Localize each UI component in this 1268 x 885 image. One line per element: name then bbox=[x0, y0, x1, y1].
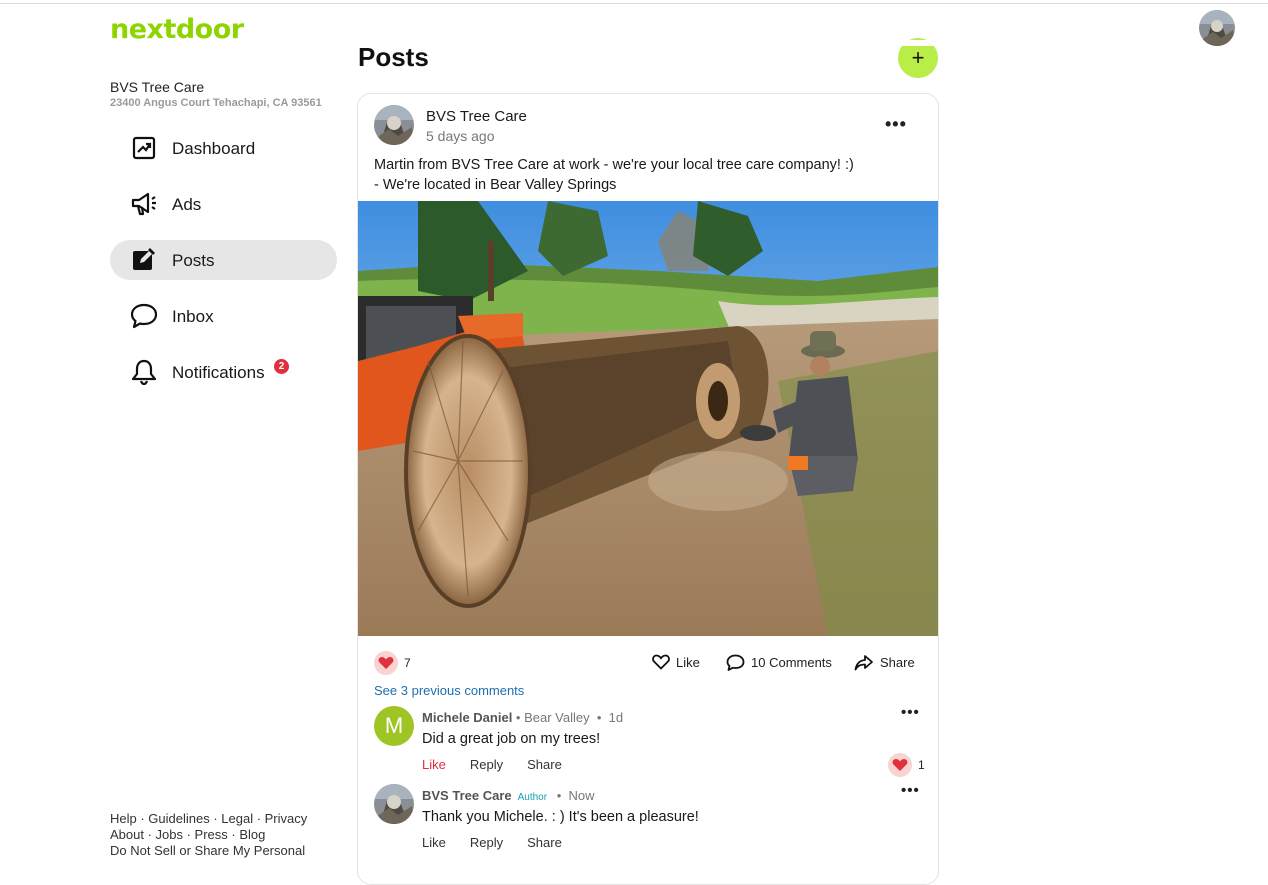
notification-count-badge: 2 bbox=[274, 359, 289, 374]
nav-item-dashboard[interactable]: Dashboard bbox=[110, 128, 337, 168]
user-avatar[interactable] bbox=[1199, 10, 1235, 46]
comment-text: Did a great job on my trees! bbox=[422, 731, 601, 747]
nav-label-notifications: Notifications bbox=[172, 363, 265, 382]
nav-label-posts: Posts bbox=[172, 251, 215, 270]
comments-label: 10 Comments bbox=[751, 655, 832, 670]
post-author-avatar[interactable] bbox=[374, 105, 414, 145]
nav-item-posts[interactable]: Posts bbox=[110, 240, 337, 280]
chat-bubble-icon bbox=[130, 303, 158, 329]
reaction-summary[interactable]: 7 bbox=[374, 651, 411, 675]
top-border bbox=[0, 0, 1268, 4]
comment-author[interactable]: Michele Daniel bbox=[422, 710, 512, 725]
chart-up-icon bbox=[130, 135, 158, 161]
comment-meta: BVS Tree Care Author • Now bbox=[422, 788, 595, 803]
page-title: Posts bbox=[358, 42, 429, 72]
like-label: Like bbox=[676, 654, 700, 670]
comment-time: Now bbox=[568, 788, 595, 803]
comment-share-button[interactable]: Share bbox=[527, 757, 562, 772]
post-body: Martin from BVS Tree Care at work - we'r… bbox=[374, 155, 854, 195]
comment-reaction-count: 1 bbox=[918, 758, 925, 772]
footer-line-1[interactable]: Help · Guidelines · Legal · Privacy bbox=[110, 811, 307, 827]
nav-item-notifications[interactable]: Notifications 2 bbox=[110, 352, 337, 392]
comment-neighborhood[interactable]: Bear Valley bbox=[524, 710, 590, 725]
post-text-line-1: Martin from BVS Tree Care at work - we'r… bbox=[374, 157, 854, 173]
megaphone-icon bbox=[130, 191, 158, 217]
sidebar-nav: Dashboard Ads Posts Inbox Notifications … bbox=[110, 128, 337, 408]
share-icon bbox=[854, 655, 873, 671]
commenter-avatar[interactable] bbox=[374, 784, 414, 824]
nav-label-inbox: Inbox bbox=[172, 307, 214, 326]
reaction-count: 7 bbox=[404, 656, 411, 670]
comment-reply-button[interactable]: Reply bbox=[470, 757, 503, 772]
comment-reply-button[interactable]: Reply bbox=[470, 835, 503, 850]
nav-item-inbox[interactable]: Inbox bbox=[110, 296, 337, 336]
post-author-name[interactable]: BVS Tree Care bbox=[426, 108, 527, 125]
heart-outline-icon bbox=[652, 654, 670, 670]
bell-icon bbox=[130, 359, 158, 385]
comment-icon bbox=[726, 654, 745, 671]
comment-actions: Like Reply Share bbox=[422, 835, 586, 850]
edit-icon bbox=[130, 247, 158, 273]
comment-reaction[interactable]: 1 bbox=[888, 753, 925, 777]
comment-time: 1d bbox=[608, 710, 624, 725]
footer-links: Help · Guidelines · Legal · Privacy Abou… bbox=[110, 811, 307, 859]
comment-text: Thank you Michele. : ) It's been a pleas… bbox=[422, 809, 699, 825]
comment-meta: Michele Daniel • Bear Valley • 1d bbox=[422, 710, 624, 725]
comment-more-options-icon[interactable]: ••• bbox=[901, 782, 920, 799]
footer-line-2[interactable]: About · Jobs · Press · Blog bbox=[110, 827, 307, 843]
nav-label-ads: Ads bbox=[172, 195, 202, 214]
footer-line-3[interactable]: Do Not Sell or Share My Personal bbox=[110, 843, 307, 859]
post-text-line-2: - We're located in Bear Valley Springs bbox=[374, 177, 617, 193]
nav-label-dashboard: Dashboard bbox=[172, 139, 256, 158]
heart-reaction-icon bbox=[888, 753, 912, 777]
heart-reaction-icon bbox=[374, 651, 398, 675]
comment-like-button[interactable]: Like bbox=[422, 835, 446, 850]
like-button[interactable]: Like bbox=[652, 654, 700, 670]
share-button[interactable]: Share bbox=[854, 654, 915, 671]
comment-actions: Like Reply Share bbox=[422, 757, 586, 772]
scroll-clip bbox=[340, 40, 960, 46]
comment-like-button[interactable]: Like bbox=[422, 757, 446, 772]
post-more-options-icon[interactable]: ••• bbox=[885, 114, 907, 135]
share-label: Share bbox=[880, 655, 915, 670]
post-card: BVS Tree Care 5 days ago ••• Martin from… bbox=[357, 93, 939, 885]
comments-button[interactable]: 10 Comments bbox=[726, 654, 832, 671]
nextdoor-logo[interactable]: nextdoor bbox=[110, 14, 244, 45]
author-badge: Author bbox=[517, 792, 548, 803]
commenter-avatar[interactable]: M bbox=[374, 706, 414, 746]
business-address: 23400 Angus Court Tehachapi, CA 93561 bbox=[110, 97, 322, 109]
business-name: BVS Tree Care bbox=[110, 79, 205, 95]
comment-share-button[interactable]: Share bbox=[527, 835, 562, 850]
comment-author[interactable]: BVS Tree Care bbox=[422, 788, 512, 803]
see-previous-comments-link[interactable]: See 3 previous comments bbox=[374, 683, 524, 698]
post-timestamp: 5 days ago bbox=[426, 128, 495, 144]
post-photo[interactable] bbox=[358, 201, 938, 636]
comment-more-options-icon[interactable]: ••• bbox=[901, 704, 920, 721]
nav-item-ads[interactable]: Ads bbox=[110, 184, 337, 224]
